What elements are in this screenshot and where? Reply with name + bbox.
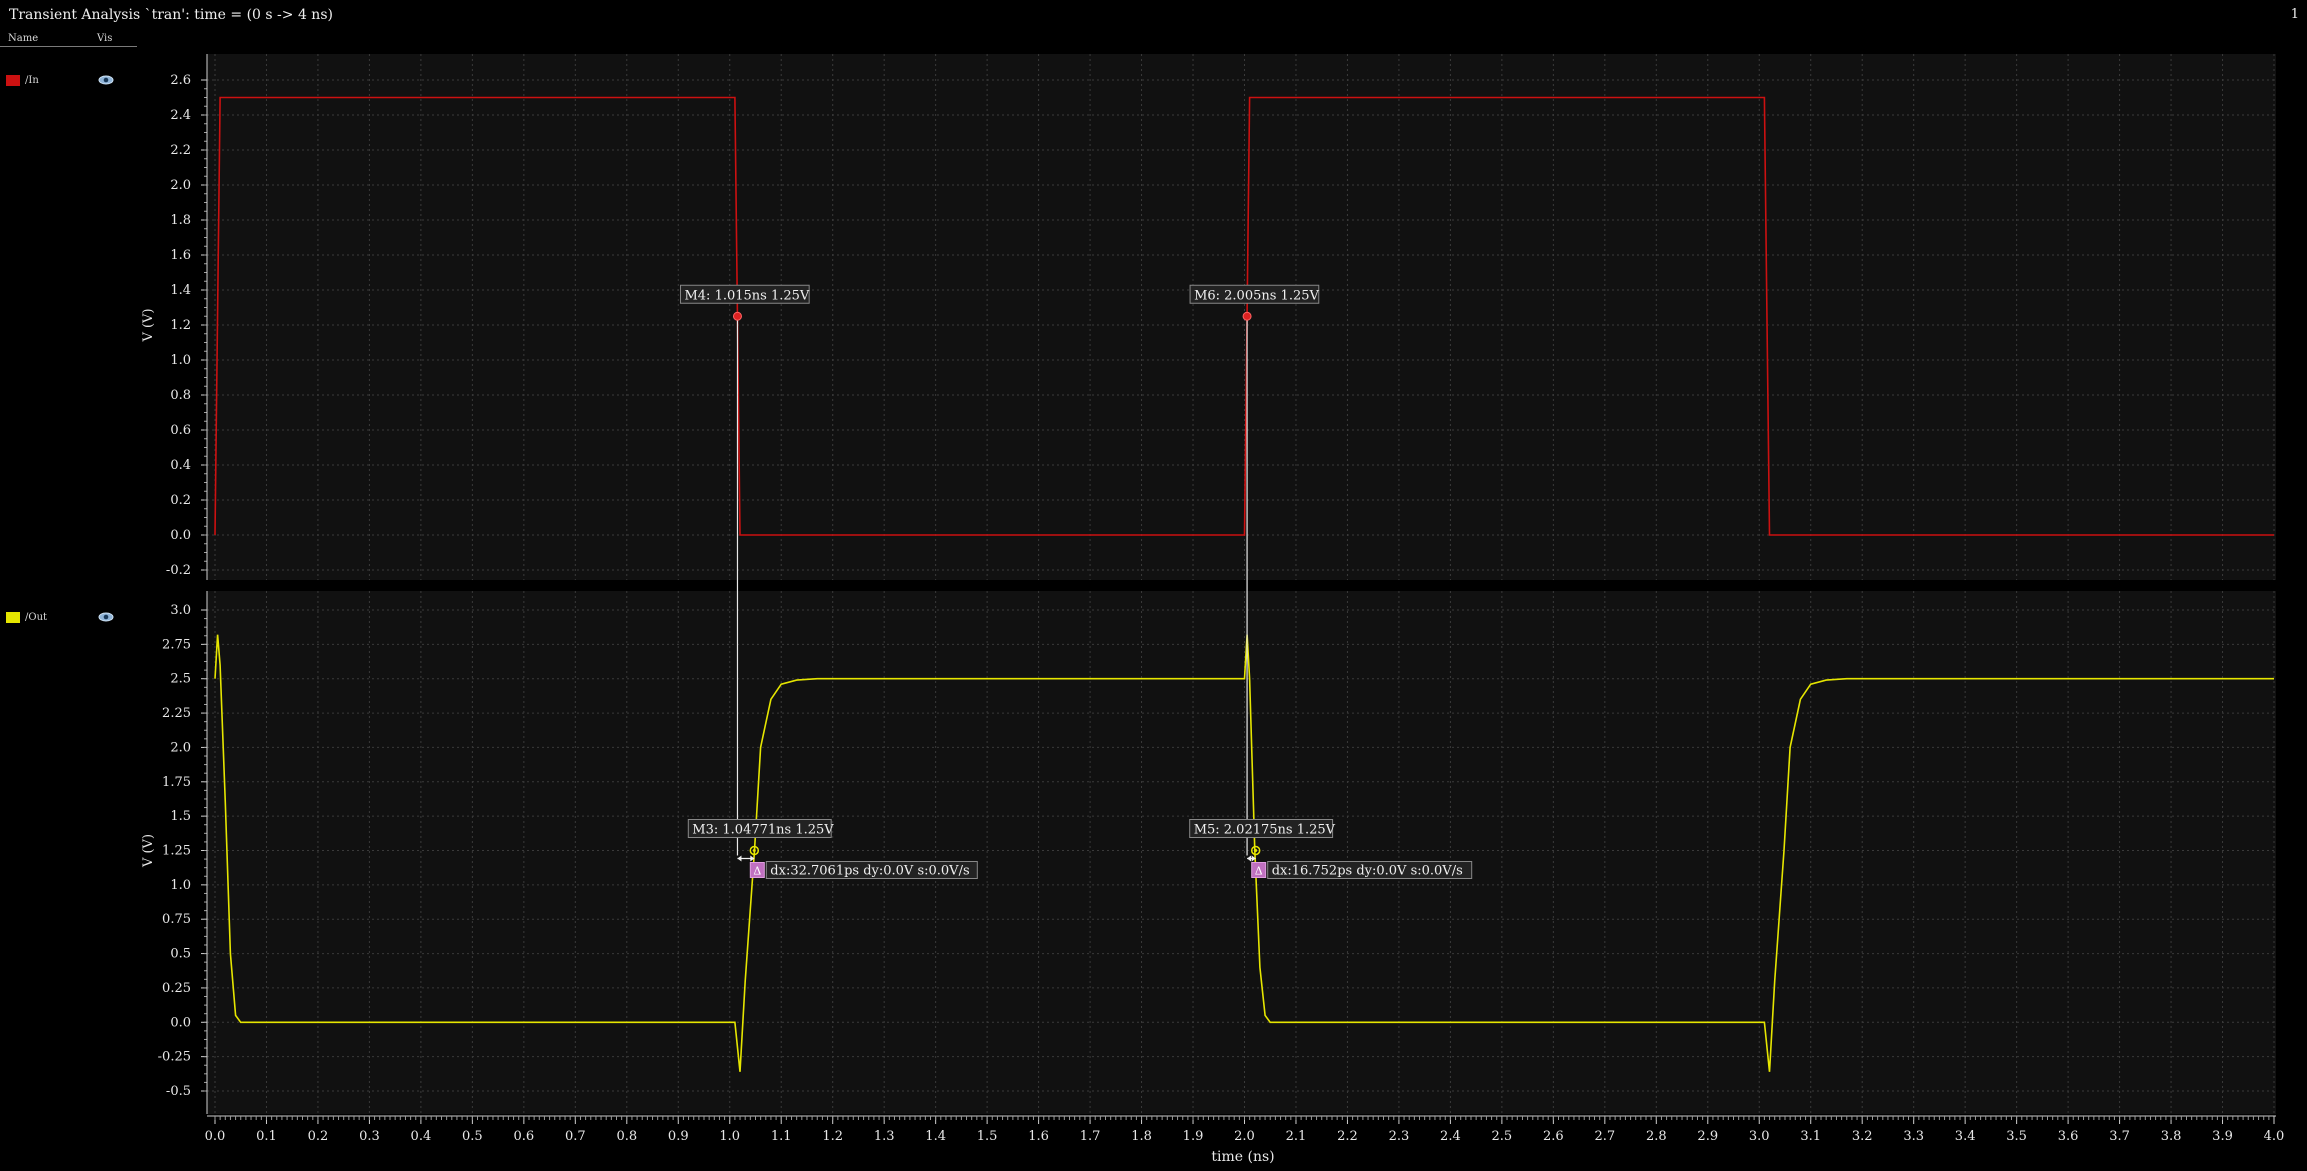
y-tick-label: 1.2 [170, 318, 191, 333]
x-tick-label: 2.1 [1286, 1129, 1307, 1144]
x-tick-label: 0.1 [256, 1129, 277, 1144]
x-tick-label: 2.2 [1337, 1129, 1358, 1144]
x-tick-label: 3.9 [2212, 1129, 2233, 1144]
y-tick-label: 0.0 [170, 528, 191, 543]
y-tick-label: 2.5 [170, 672, 191, 687]
y-tick-label: 1.6 [170, 248, 191, 263]
y-tick-label: 2.2 [170, 143, 191, 158]
plot-strip-out: -0.5 -0.25 0.0 0.25 0.5 0.75 1.0 1.25 1.5 1.75 2.0… [141, 591, 2276, 1114]
x-tick-label: 1.1 [771, 1129, 792, 1144]
x-tick-label: 0.4 [411, 1129, 432, 1144]
y-tick-label: 1.25 [162, 844, 191, 859]
y-tick-label: 0.25 [162, 981, 191, 996]
y-tick-label: 0.2 [170, 493, 191, 508]
y-tick-label: 1.0 [170, 353, 191, 368]
x-tick-label: 2.6 [1543, 1129, 1564, 1144]
marker-label-m3: M3: 1.04771ns 1.25V [687, 819, 834, 838]
x-tick-label: 3.4 [1955, 1129, 1976, 1144]
y-tick-label: 2.0 [170, 178, 191, 193]
x-tick-label: 0.7 [565, 1129, 586, 1144]
x-tick-label: 2.0 [1234, 1129, 1255, 1144]
x-tick-label: 3.7 [2109, 1129, 2130, 1144]
x-tick-label: 3.1 [1800, 1129, 1821, 1144]
marker-label-m4: M4: 1.015ns 1.25V [679, 284, 810, 304]
marker-label-text: M5: 2.02175ns 1.25V [1194, 823, 1336, 838]
x-tick-label: 0.0 [205, 1129, 226, 1144]
x-tick-label: 2.9 [1697, 1129, 1718, 1144]
y-tick-label: 0.5 [170, 947, 191, 962]
x-tick-label: 1.5 [977, 1129, 998, 1144]
y-tick-label: 2.0 [170, 740, 191, 755]
marker-label-m5: M5: 2.02175ns 1.25V [1189, 819, 1336, 838]
y-tick-label: 2.75 [162, 637, 191, 652]
x-tick-label: 1.0 [719, 1129, 740, 1144]
x-axis-label: time (ns) [1211, 1149, 1274, 1165]
x-tick-label: 0.9 [668, 1129, 689, 1144]
y-tick-label: -0.2 [166, 563, 191, 578]
x-tick-label: 2.5 [1492, 1129, 1513, 1144]
delta-label-text: dx:32.7061ps dy:0.0V s:0.0V/s [770, 864, 969, 879]
y-tick-label: 1.4 [170, 283, 191, 298]
x-tick-label: 3.2 [1852, 1129, 1873, 1144]
delta-label-text: dx:16.752ps dy:0.0V s:0.0V/s [1272, 864, 1463, 879]
marker-label-text: M3: 1.04771ns 1.25V [692, 823, 834, 838]
x-tick-label: 0.5 [462, 1129, 483, 1144]
x-tick-label: 3.5 [2006, 1129, 2027, 1144]
x-tick-label: 1.3 [874, 1129, 895, 1144]
x-tick-label: 1.2 [822, 1129, 843, 1144]
y-tick-label: -0.25 [158, 1050, 191, 1065]
delta-icon-glyph: Δ [753, 865, 761, 878]
x-tick-label: 3.8 [2161, 1129, 2182, 1144]
plot-strip-in: -0.2 0.0 0.2 0.4 0.6 0.8 1.0 1.2 1.4 1.6 1.8 2.0 2.2… [141, 54, 2276, 580]
x-tick-label: 1.4 [925, 1129, 946, 1144]
x-tick-label: 1.6 [1028, 1129, 1049, 1144]
y-tick-label: 0.6 [170, 423, 191, 438]
y-tick-label: 0.0 [170, 1015, 191, 1030]
x-tick-label: 2.8 [1646, 1129, 1667, 1144]
marker-label-text: M4: 1.015ns 1.25V [684, 288, 809, 303]
y-tick-label: 2.6 [170, 73, 191, 88]
y-tick-label: 1.5 [170, 809, 191, 824]
y-tick-label: 2.4 [170, 108, 191, 123]
y-tick-label: 3.0 [170, 603, 191, 618]
waveform-plot[interactable]: -0.2 0.0 0.2 0.4 0.6 0.8 1.0 1.2 1.4 1.6 1.8 2.0 2.2… [0, 0, 2307, 1171]
marker-point-center [752, 849, 756, 852]
y-tick-label: 2.25 [162, 706, 191, 721]
y-tick-label: 1.75 [162, 775, 191, 790]
x-tick-label: 2.4 [1440, 1129, 1461, 1144]
marker-point-center [1254, 849, 1258, 852]
y-tick-label: 0.4 [170, 458, 191, 473]
x-tick-label: 1.9 [1183, 1129, 1204, 1144]
y-tick-label: -0.5 [166, 1084, 191, 1099]
x-tick-label: 3.3 [1903, 1129, 1924, 1144]
x-tick-label: 3.0 [1749, 1129, 1770, 1144]
y-tick-label: 1.0 [170, 878, 191, 893]
x-tick-label: 1.7 [1080, 1129, 1101, 1144]
x-tick-label: 0.3 [359, 1129, 380, 1144]
x-tick-label: 0.8 [616, 1129, 637, 1144]
x-tick-label: 2.3 [1389, 1129, 1410, 1144]
x-tick-label: 1.8 [1131, 1129, 1152, 1144]
marker-label-text: M6: 2.005ns 1.25V [1194, 288, 1319, 303]
y-axis-label: V (V) [141, 308, 156, 342]
y-tick-label: 0.75 [162, 912, 191, 927]
x-tick-label: 2.7 [1594, 1129, 1615, 1144]
y-tick-label: 0.8 [170, 388, 191, 403]
x-tick-label: 3.6 [2058, 1129, 2079, 1144]
plot-background [207, 54, 2276, 580]
marker-point-m6 [1242, 311, 1252, 321]
x-tick-label: 4.0 [2264, 1129, 2285, 1144]
x-tick-label: 0.2 [308, 1129, 329, 1144]
y-tick-label: 1.8 [170, 213, 191, 228]
y-axis-label: V (V) [141, 834, 156, 868]
marker-point-m4 [732, 311, 742, 321]
x-tick-label: 0.6 [514, 1129, 535, 1144]
marker-label-m6: M6: 2.005ns 1.25V [1189, 284, 1320, 304]
delta-icon-glyph: Δ [1255, 865, 1263, 878]
